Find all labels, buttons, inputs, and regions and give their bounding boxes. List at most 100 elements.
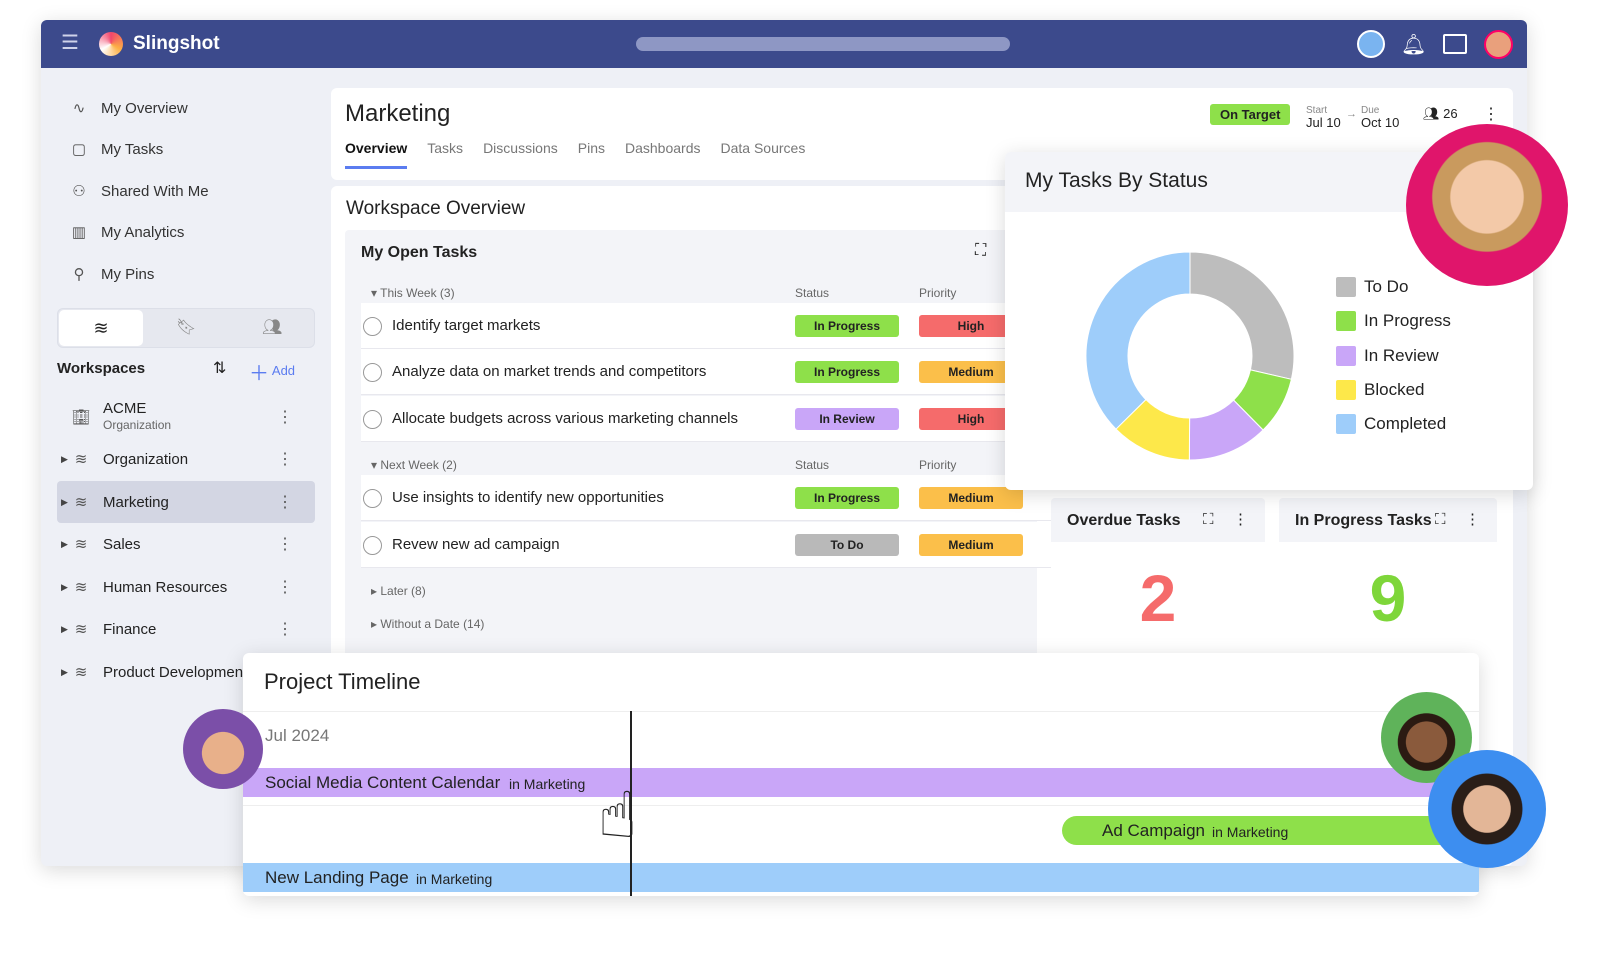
tab-overview[interactable]: Overview [345, 140, 408, 169]
hand-cursor-icon: ☝︎ [598, 779, 637, 851]
status-badge[interactable]: To Do [795, 534, 899, 556]
status-badge[interactable]: On Target [1210, 104, 1291, 125]
more-icon[interactable]: ⋮ [277, 577, 293, 597]
in-progress-tasks-widget: In Progress Tasks ⛶ ⋮ 9 [1279, 498, 1497, 668]
bar-workspace: in Marketing [1212, 824, 1289, 840]
workspace-human-resources[interactable]: ▶ ≋ Human Resources ⋮ [57, 566, 315, 608]
legend-swatch [1336, 311, 1356, 331]
task-checkbox[interactable] [363, 363, 382, 382]
tab-data-sources[interactable]: Data Sources [721, 140, 806, 169]
more-icon[interactable]: ⋮ [277, 619, 293, 639]
project-timeline-card: Project Timeline Jul 2024 Social Media C… [243, 653, 1479, 896]
bot-avatar-icon[interactable] [1357, 30, 1385, 58]
woman-avatar [1406, 124, 1568, 286]
sort-icon[interactable]: ⇅ [213, 358, 226, 378]
user-avatar[interactable] [1484, 30, 1513, 59]
expand-icon[interactable]: ⛶ [975, 242, 986, 260]
task-checkbox[interactable] [363, 317, 382, 336]
task-name[interactable]: Revew new ad campaign [392, 536, 560, 553]
sidebar-item-my-overview[interactable]: ∿ My Overview [69, 98, 188, 118]
status-badge[interactable]: In Review [795, 408, 899, 430]
group-label: Without a Date (14) [380, 617, 485, 631]
tab-dashboards[interactable]: Dashboards [625, 140, 701, 169]
workspace-finance[interactable]: ▶ ≋ Finance ⋮ [57, 608, 315, 650]
sidebar-item-my-tasks[interactable]: ▢ My Tasks [69, 139, 163, 159]
task-checkbox[interactable] [363, 536, 382, 555]
task-row[interactable]: Identify target markets In Progress High [361, 303, 1051, 349]
status-badge[interactable]: In Progress [795, 315, 899, 337]
task-name[interactable]: Identify target markets [392, 317, 540, 334]
expand-icon[interactable]: ⛶ [1435, 511, 1446, 528]
more-icon[interactable]: ⋮ [1483, 104, 1499, 124]
donut-slice-completed[interactable] [1085, 251, 1191, 430]
start-date[interactable]: Start Jul 10 [1306, 103, 1341, 129]
bookmark-icon[interactable]: 🔖︎ [176, 317, 196, 337]
bar-workspace: in Marketing [416, 871, 493, 887]
sidebar-item-analytics[interactable]: ▥ My Analytics [69, 222, 184, 242]
members-value: 26 [1443, 106, 1458, 121]
search-bar[interactable] [636, 37, 1010, 51]
task-name[interactable]: Use insights to identify new opportuniti… [392, 489, 664, 506]
sidebar-item-pins[interactable]: ⚲ My Pins [69, 264, 155, 284]
group-without-date[interactable]: ▸ Without a Date (14) [371, 617, 484, 631]
workspace-marketing[interactable]: ▶ ≋ Marketing ⋮ [57, 481, 315, 523]
priority-header: Priority [919, 286, 957, 300]
people-icon[interactable]: 👥︎ [262, 317, 282, 337]
layers-icon[interactable]: ≋ [59, 310, 143, 346]
more-icon[interactable]: ⋮ [277, 449, 293, 469]
task-row[interactable]: Revew new ad campaign To Do Medium [361, 522, 1051, 568]
status-header: Status [795, 458, 830, 472]
priority-badge[interactable]: Medium [919, 487, 1023, 509]
legend-in-progress: In Progress [1336, 311, 1451, 331]
widget-title: In Progress Tasks [1295, 512, 1432, 529]
task-row[interactable]: Use insights to identify new opportuniti… [361, 475, 1051, 521]
add-workspace-button[interactable]: ＋ Add [249, 357, 295, 386]
more-icon[interactable]: ⋮ [1465, 510, 1480, 528]
building-icon: 🏢︎ [71, 409, 91, 426]
status-badge[interactable]: In Progress [795, 361, 899, 383]
expand-icon[interactable]: ⛶ [1203, 511, 1214, 528]
task-checkbox[interactable] [363, 410, 382, 429]
bell-icon[interactable]: 🔔︎ [1401, 32, 1426, 57]
label: Shared With Me [101, 182, 209, 200]
task-checkbox[interactable] [363, 489, 382, 508]
bar-chart-icon: ▥ [71, 224, 87, 241]
overdue-tasks-widget: Overdue Tasks ⛶ ⋮ 2 [1051, 498, 1265, 668]
task-name[interactable]: Analyze data on market trends and compet… [392, 363, 706, 380]
workspace-acme[interactable]: 🏢︎ ACME Organization ⋮ [57, 396, 315, 438]
label: My Analytics [101, 223, 185, 241]
tab-pins[interactable]: Pins [578, 140, 605, 169]
timeline-bar-ad-campaign[interactable]: Ad Campaign in Marketing [1062, 816, 1479, 845]
chat-icon[interactable] [1443, 34, 1467, 54]
workspace-sales[interactable]: ▶ ≋ Sales ⋮ [57, 523, 315, 565]
more-icon[interactable]: ⋮ [277, 492, 293, 512]
timeline-title: Project Timeline [264, 669, 421, 694]
task-row[interactable]: Analyze data on market trends and compet… [361, 349, 1051, 395]
legend-completed: Completed [1336, 414, 1446, 434]
priority-badge[interactable]: Medium [919, 534, 1023, 556]
group-label: Next Week (2) [380, 458, 457, 472]
task-row[interactable]: Allocate budgets across various marketin… [361, 396, 1051, 442]
group-next-week[interactable]: ▾ Next Week (2) [371, 458, 457, 472]
task-name[interactable]: Allocate budgets across various marketin… [392, 410, 738, 427]
woman-dark-hair-avatar [1428, 750, 1546, 868]
donut-slice-to-do[interactable] [1189, 251, 1295, 380]
due-value: Oct 10 [1361, 115, 1400, 130]
more-icon[interactable]: ⋮ [277, 407, 293, 427]
due-date[interactable]: Due Oct 10 [1361, 103, 1399, 129]
timeline-bar-landing-page[interactable]: New Landing Page in Marketing [243, 863, 1479, 892]
workspace-organization[interactable]: ▶ ≋ Organization ⋮ [57, 438, 315, 480]
status-badge[interactable]: In Progress [795, 487, 899, 509]
members-count[interactable]: 👥︎ 26 [1423, 106, 1458, 122]
tab-tasks[interactable]: Tasks [427, 140, 463, 169]
menu-icon[interactable]: ☰ [61, 33, 81, 54]
tab-discussions[interactable]: Discussions [483, 140, 558, 169]
group-later[interactable]: ▸ Later (8) [371, 584, 426, 598]
legend-swatch [1336, 277, 1356, 297]
more-icon[interactable]: ⋮ [277, 534, 293, 554]
more-icon[interactable]: ⋮ [1233, 510, 1248, 528]
timeline-bar-social-media[interactable]: Social Media Content Calendar in Marketin… [243, 768, 1479, 797]
group-this-week[interactable]: ▾ This Week (3) [371, 286, 455, 300]
label: My Pins [101, 265, 155, 283]
sidebar-item-shared[interactable]: ⚇ Shared With Me [69, 181, 209, 201]
